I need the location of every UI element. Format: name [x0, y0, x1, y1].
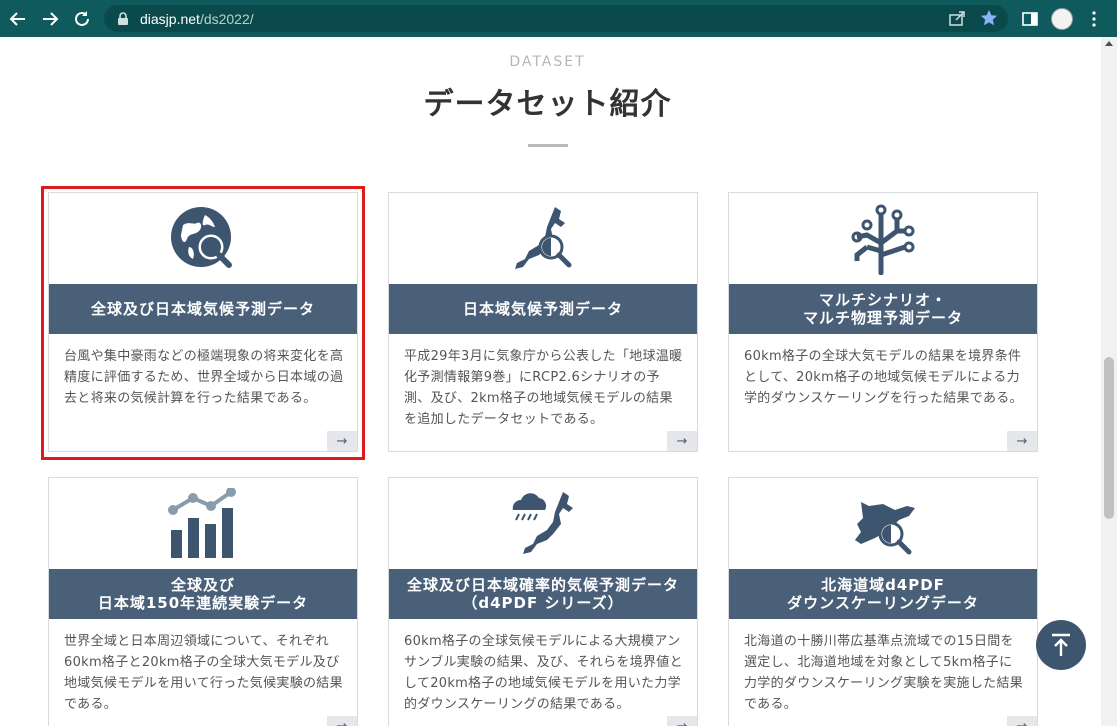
avatar[interactable]: [1051, 7, 1073, 30]
share-icon[interactable]: [948, 9, 966, 27]
card-title: 全球及び日本域確率的気候予測データ （d4PDF シリーズ）: [389, 569, 697, 619]
bar-line-chart-icon: [168, 487, 236, 558]
card-title-line2: マルチ物理予測データ: [802, 309, 963, 327]
reload-icon[interactable]: [68, 5, 96, 33]
selection-highlight: [41, 186, 365, 460]
card-title: 日本域気候予測データ: [389, 284, 697, 334]
card-title-line1: 全球及び: [170, 576, 235, 594]
card-description: 世界全域と日本周辺領域について、それぞれ60km格子と20km格子の全球大気モデ…: [64, 634, 343, 712]
scrollbar-thumb[interactable]: [1104, 357, 1114, 519]
scrollbar[interactable]: [1101, 37, 1117, 726]
card-icon-area: [729, 193, 1037, 284]
card-arrow-button[interactable]: →: [1007, 716, 1037, 726]
card-icon-area: [49, 478, 357, 569]
card-description: 北海道の十勝川帯広基準点流域での15日間を選定し、北海道地域を対象として5km格…: [744, 634, 1024, 712]
menu-dots-icon[interactable]: [1085, 10, 1103, 28]
dataset-card-d4pdf[interactable]: 全球及び日本域確率的気候予測データ （d4PDF シリーズ） 60km格子の全球…: [388, 477, 698, 726]
card-title-line1: マルチシナリオ・: [818, 291, 947, 309]
card-title: 全球及び 日本域150年連続実験データ: [49, 569, 357, 619]
japan-map-magnifier-icon: [515, 206, 572, 269]
dataset-card-japan[interactable]: 日本域気候予測データ 平成29年3月に気象庁から公表した「地球温暖化予測情報第9…: [388, 192, 698, 452]
card-arrow-button[interactable]: →: [667, 431, 697, 451]
side-panel-icon[interactable]: [1021, 10, 1039, 28]
bookmark-star-icon[interactable]: [980, 9, 998, 27]
card-description: 60km格子の全球気候モデルによる大規模アンサンブル実験の結果、及び、それらを境…: [404, 634, 683, 712]
dataset-card-hokkaido[interactable]: 北海道域d4PDF ダウンスケーリングデータ 北海道の十勝川帯広基準点流域での1…: [728, 477, 1038, 726]
card-icon-area: [389, 193, 697, 284]
card-title-line2: （d4PDF シリーズ）: [462, 594, 624, 612]
hokkaido-magnifier-icon: [855, 501, 915, 554]
dataset-card-multi-scenario[interactable]: マルチシナリオ・ マルチ物理予測データ 60km格子の全球大気モデルの結果を境界…: [728, 192, 1038, 452]
browser-toolbar: diasjp.net/ds2022/: [0, 0, 1117, 37]
page-content: DATASET データセット紹介 全球及び日本域気候予測データ 台風や集中豪雨な…: [0, 37, 1101, 726]
section-eyebrow: DATASET: [509, 54, 586, 70]
branching-tree-icon: [851, 204, 915, 275]
scroll-up-arrow-icon[interactable]: [1105, 41, 1113, 46]
card-arrow-button[interactable]: →: [327, 716, 357, 726]
card-description: 平成29年3月に気象庁から公表した「地球温暖化予測情報第9巻」にRCP2.6シナ…: [404, 349, 683, 427]
card-title-line1: 全球及び日本域確率的気候予測データ: [406, 576, 679, 594]
card-title-line2: ダウンスケーリングデータ: [787, 594, 979, 612]
back-to-top-button[interactable]: [1036, 620, 1086, 670]
card-title-line1: 北海道域d4PDF: [821, 576, 945, 594]
card-title-line2: 日本域150年連続実験データ: [97, 594, 309, 612]
address-bar[interactable]: diasjp.net/ds2022/: [104, 5, 1008, 32]
storm-japan-icon: [512, 491, 573, 554]
page-title: データセット紹介: [423, 87, 672, 122]
lock-icon: [118, 11, 128, 25]
card-icon-area: [389, 478, 697, 569]
dataset-card-150yr[interactable]: 全球及び 日本域150年連続実験データ 世界全域と日本周辺領域について、それぞれ…: [48, 477, 358, 726]
card-title: マルチシナリオ・ マルチ物理予測データ: [729, 284, 1037, 334]
forward-icon[interactable]: [36, 5, 64, 33]
title-divider: [528, 144, 568, 147]
back-icon[interactable]: [4, 5, 32, 33]
arrow-up-icon: [1052, 633, 1070, 656]
card-description: 60km格子の全球大気モデルの結果を境界条件として、20km格子の地域気候モデル…: [744, 349, 1023, 406]
card-title-line1: 日本域気候予測データ: [462, 300, 623, 318]
card-title: 北海道域d4PDF ダウンスケーリングデータ: [729, 569, 1037, 619]
card-arrow-button[interactable]: →: [1007, 431, 1037, 451]
card-icon-area: [729, 478, 1037, 569]
card-arrow-button[interactable]: →: [667, 716, 697, 726]
url-text: diasjp.net/ds2022/: [140, 10, 254, 27]
